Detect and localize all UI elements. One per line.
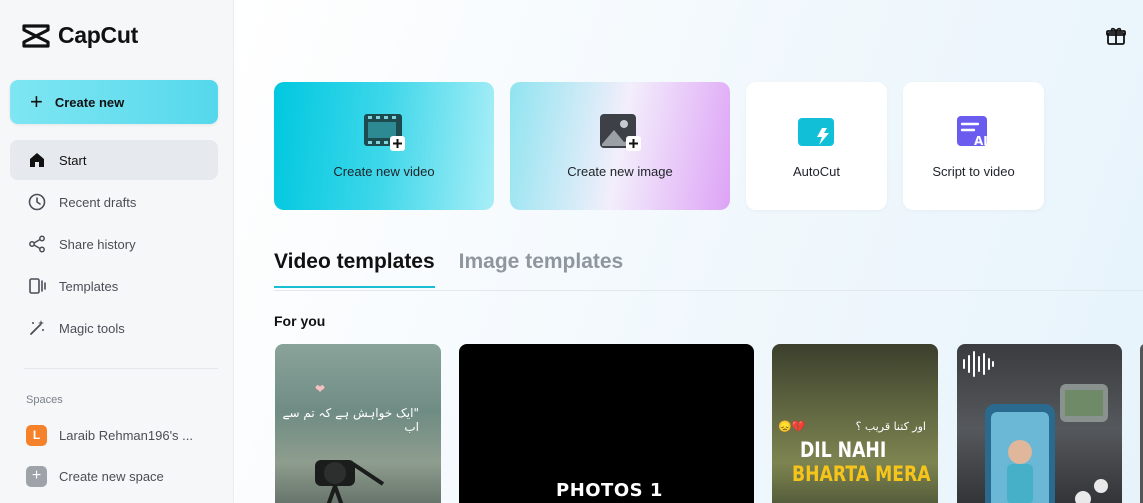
space-item[interactable]: L Laraib Rehman196's ... <box>26 424 193 446</box>
card-label: Create new image <box>567 164 673 179</box>
card-label: Script to video <box>932 164 1015 179</box>
create-new-button[interactable]: + Create new <box>10 80 218 124</box>
templates-icon <box>29 278 46 294</box>
script-ai-icon: AI <box>956 116 988 148</box>
autocut-card[interactable]: AutoCut <box>746 82 887 210</box>
plus-icon: + <box>30 89 43 114</box>
template-thumbnail[interactable]: PHOTOS 1 <box>459 344 754 503</box>
template-tabs: Video templates Image templates <box>274 250 623 288</box>
app-name: CapCut <box>58 22 138 48</box>
capcut-logo-icon <box>22 23 50 48</box>
emoji-icon: 😞💔 <box>778 421 806 433</box>
sidebar-item-templates[interactable]: Templates <box>10 266 218 306</box>
sidebar-item-magic-tools[interactable]: Magic tools <box>10 308 218 348</box>
sidebar-divider <box>24 368 218 369</box>
template-thumbnail[interactable]: ❤ "ایک خواہش ہے کہ تم سے اب <box>275 344 441 503</box>
create-space-label: Create new space <box>59 468 164 484</box>
tab-video-templates[interactable]: Video templates <box>274 250 435 288</box>
home-icon <box>30 153 44 167</box>
sidebar-item-label: Start <box>59 152 87 168</box>
sidebar-item-label: Magic tools <box>59 320 125 336</box>
share-icon <box>29 235 45 253</box>
thumbnail-urdu-caption: اور کتنا قریب ؟ <box>855 420 926 433</box>
autocut-icon <box>797 118 834 146</box>
card-label: Create new video <box>333 164 435 179</box>
plus-icon: + <box>26 465 47 487</box>
thumbnail-caption: "ایک خواہش ہے کہ تم سے اب <box>282 406 419 434</box>
sidebar: CapCut + Create new Start Recent drafts … <box>0 0 234 503</box>
spaces-title: Spaces <box>26 394 63 406</box>
sidebar-item-label: Templates <box>59 278 119 294</box>
heart-icon: ❤ <box>315 382 326 396</box>
create-new-label: Create new <box>54 94 125 110</box>
thumbnail-title-line2: BHARTA MERA <box>792 462 931 486</box>
video-film-icon <box>364 114 405 151</box>
space-avatar: L <box>26 424 47 446</box>
template-thumbnail[interactable] <box>957 344 1122 503</box>
thumbnail-caption: PHOTOS 1 <box>556 480 663 501</box>
create-new-video-card[interactable]: Create new video <box>274 82 494 210</box>
camera-silhouette-icon <box>315 460 385 503</box>
sidebar-item-recent-drafts[interactable]: Recent drafts <box>10 182 218 222</box>
thumbnail-title-line1: DIL NAHI <box>800 438 887 462</box>
section-title: For you <box>274 313 326 329</box>
create-new-image-card[interactable]: Create new image <box>510 82 730 210</box>
clock-icon <box>28 193 46 211</box>
tab-image-templates[interactable]: Image templates <box>459 250 624 288</box>
template-thumbnail[interactable]: اور کتنا قریب ؟ 😞💔 DIL NAHI BHARTA MERA <box>772 344 938 503</box>
script-to-video-card[interactable]: AI Script to video <box>903 82 1044 210</box>
capcut-logo[interactable]: CapCut <box>22 22 138 49</box>
space-label: Laraib Rehman196's ... <box>59 427 194 443</box>
image-icon <box>600 114 641 151</box>
svg-text:AI: AI <box>974 134 988 148</box>
magic-wand-icon <box>30 320 44 335</box>
sidebar-item-label: Recent drafts <box>59 194 137 210</box>
gift-icon[interactable] <box>1105 25 1127 47</box>
sidebar-item-label: Share history <box>59 236 136 252</box>
phone-mockup-icon <box>985 384 1108 503</box>
sidebar-item-start[interactable]: Start <box>10 140 218 180</box>
main-content: Create new video Create new image AutoCu… <box>235 0 1143 503</box>
sidebar-nav: Start Recent drafts Share history Templa… <box>10 140 218 350</box>
tabs-divider <box>274 290 1143 291</box>
create-space-button[interactable]: + Create new space <box>26 465 164 487</box>
card-label: AutoCut <box>793 164 840 179</box>
sidebar-item-share-history[interactable]: Share history <box>10 224 218 264</box>
